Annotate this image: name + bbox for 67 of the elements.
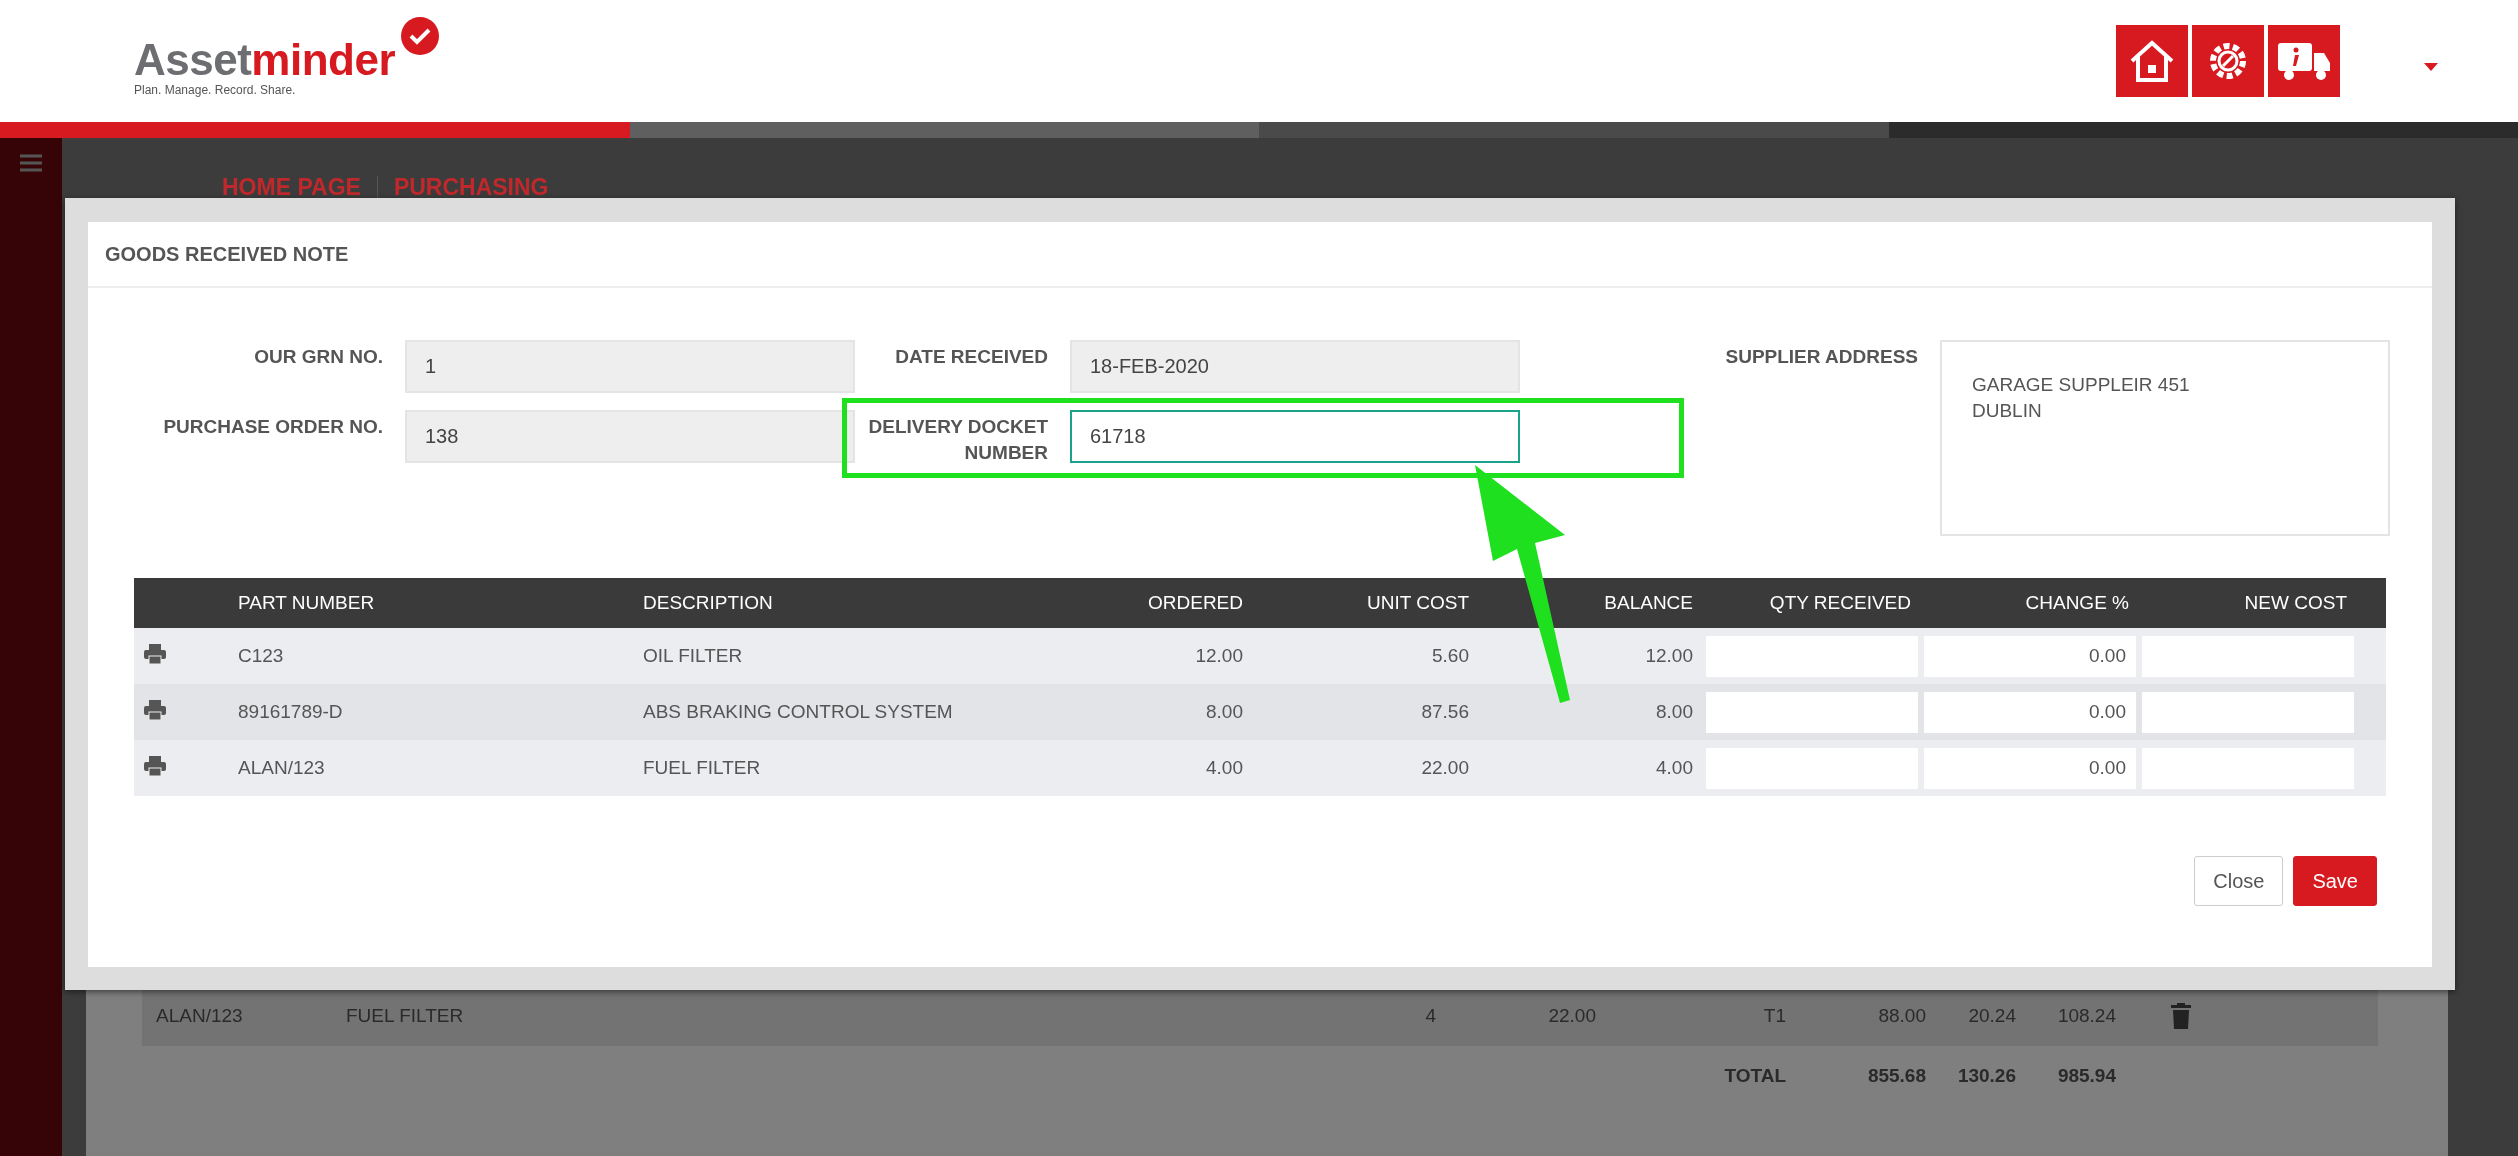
table-cell-text: C123 [238,645,285,667]
field-label: PURCHASE ORDER NO. [162,415,383,439]
checkmark-icon [401,17,440,55]
column-header: UNIT COST [1365,592,1470,614]
table-cell-text: 89161789-D [238,701,344,723]
modal-title: GOODS RECEIVED NOTE [88,222,2432,288]
input-field[interactable]: 61718 [1070,410,1520,463]
table-cell-text: 22.00 [1547,1005,1596,1027]
table-cell-text: 87.56 [1420,701,1470,723]
field-label: OUR GRN NO. [253,345,383,369]
input-field[interactable] [1706,691,1918,733]
table-cell-text: 12.00 [1644,645,1694,667]
menu-icon[interactable] [20,154,42,172]
table-cell-text: FUEL FILTER [346,1005,465,1027]
column-header: ORDERED [1147,592,1244,614]
input-field[interactable]: 1 [405,340,855,393]
printer-icon[interactable] [144,756,166,776]
logo-text: Assetminder [134,35,396,85]
table-cell-text: 88.00 [1877,1005,1926,1027]
input-field[interactable]: 138 [405,410,855,463]
total-value: 855.68 [1866,1065,1926,1087]
table-cell-text: 5.60 [1431,645,1470,667]
logo-tagline: Plan. Manage. Record. Share. [134,83,297,97]
total-label: TOTAL [1723,1065,1786,1087]
column-header: NEW COST [2243,592,2348,614]
address-line: GARAGE SUPPLEIR 451 [1972,373,2191,397]
printer-icon[interactable] [144,644,166,664]
input-field[interactable]: 0.00 [1924,747,2136,789]
table-cell-text: ALAN/123 [156,1005,244,1027]
total-value: 985.94 [2056,1065,2116,1087]
column-header: PART NUMBER [238,592,376,614]
field-label: DATE RECEIVED [894,345,1048,369]
address-line: DUBLIN [1972,399,2043,423]
field-label: DELIVERY DOCKET NUMBER [867,415,1048,465]
table-cell-text: 4.00 [1655,757,1694,779]
column-header: BALANCE [1603,592,1694,614]
table-cell-text: OIL FILTER [643,645,744,667]
table-cell-text: ABS BRAKING CONTROL SYSTEM [643,701,954,723]
column-header: QTY RECEIVED [1768,592,1912,614]
table-cell-text: T1 [1762,1005,1786,1027]
toolbar-button[interactable] [2268,25,2340,97]
table-cell-text: 12.00 [1194,645,1244,667]
caret-icon[interactable] [2424,63,2438,73]
table-cell-text: 4 [1424,1005,1436,1027]
column-header: DESCRIPTION [643,592,774,614]
toolbar-button[interactable] [2116,25,2188,97]
input-field[interactable]: 0.00 [1924,635,2136,677]
table-cell-text: 108.24 [2056,1005,2116,1027]
total-value: 130.26 [1956,1065,2016,1087]
save-button[interactable]: Save [2293,856,2377,906]
input-field[interactable] [2142,691,2354,733]
home-icon [2128,39,2176,83]
trash-icon[interactable] [2171,1003,2191,1029]
column-header: CHANGE % [2024,592,2130,614]
input-field[interactable]: 18-FEB-2020 [1070,340,1520,393]
input-field[interactable]: 0.00 [1924,691,2136,733]
table-cell-text: 20.24 [1967,1005,2016,1027]
table-cell-text: ALAN/123 [238,757,326,779]
close-button[interactable]: Close [2194,856,2284,906]
table-cell-text: 8.00 [1655,701,1694,723]
toolbar-button[interactable] [2192,25,2264,97]
field-label: SUPPLIER ADDRESS [1724,345,1918,369]
printer-icon[interactable] [144,700,166,720]
table-cell-text: FUEL FILTER [643,757,762,779]
table-cell-text: 22.00 [1420,757,1470,779]
table-cell-text: 4.00 [1205,757,1244,779]
table-cell-text: 8.00 [1205,701,1244,723]
